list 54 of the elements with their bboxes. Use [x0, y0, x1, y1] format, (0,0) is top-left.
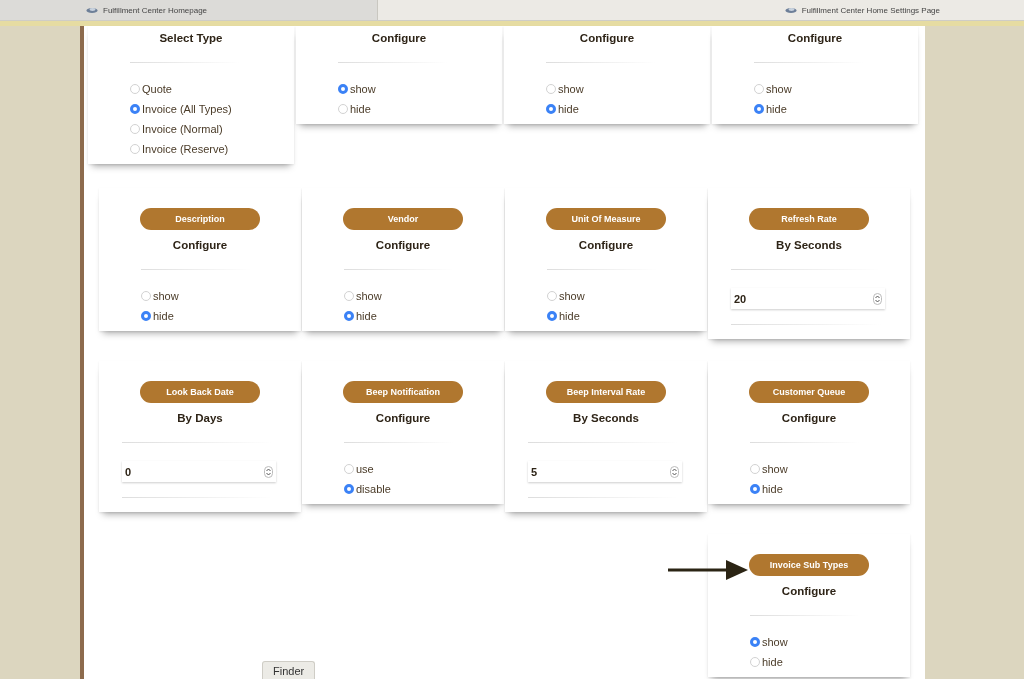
card-heading: Configure — [781, 584, 837, 599]
browser-tab[interactable]: Fulfillment Center Home Settings Page — [376, 0, 1024, 20]
card-heading: Configure — [371, 31, 427, 46]
radio-option[interactable]: Invoice (Normal) — [130, 119, 232, 139]
radio-option[interactable]: hide — [547, 306, 585, 326]
radio-option[interactable]: hide — [338, 99, 376, 119]
radio-option[interactable]: show — [344, 286, 382, 306]
radio-option[interactable]: disable — [344, 479, 391, 499]
radio-option[interactable]: use — [344, 459, 391, 479]
radio-option[interactable]: hide — [141, 306, 179, 326]
field-label: Beep Interval Rate — [546, 381, 666, 403]
radio-option[interactable]: show — [750, 632, 788, 652]
spinner-icon — [264, 465, 273, 478]
radio-option[interactable]: hide — [754, 99, 792, 119]
field-label: Customer Queue — [749, 381, 869, 403]
lens-icon — [86, 6, 98, 14]
spinner-icon — [873, 292, 882, 305]
card-heading: Configure — [579, 31, 635, 46]
card-heading: By Seconds — [573, 411, 639, 426]
radio-option[interactable]: Quote — [130, 79, 232, 99]
radio-option[interactable]: show — [141, 286, 179, 306]
number-field[interactable]: 20 — [731, 288, 885, 309]
radio-option[interactable]: Invoice (Reserve) — [130, 139, 232, 159]
spinner-icon — [670, 465, 679, 478]
card-heading: By Days — [177, 411, 223, 426]
field-label: Unit Of Measure — [546, 208, 666, 230]
radio-option[interactable]: hide — [750, 479, 788, 499]
radio-option[interactable]: show — [338, 79, 376, 99]
lens-icon — [784, 6, 797, 14]
card-heading: Configure — [578, 238, 634, 253]
card-heading: By Seconds — [776, 238, 842, 253]
tooltip: Finder — [262, 661, 316, 679]
radio-option[interactable]: show — [750, 459, 788, 479]
radio-option[interactable]: hide — [750, 652, 788, 672]
number-field[interactable]: 5 — [528, 461, 682, 482]
card-heading: Configure — [375, 411, 431, 426]
number-field[interactable]: 0 — [122, 461, 276, 482]
field-label: Beep Notification — [343, 381, 463, 403]
card-heading: Configure — [172, 238, 228, 253]
field-label: Vendor — [343, 208, 463, 230]
radio-option[interactable]: hide — [344, 306, 382, 326]
radio-option[interactable]: show — [754, 79, 792, 99]
field-label: Look Back Date — [140, 381, 260, 403]
field-label: Description — [140, 208, 260, 230]
radio-option[interactable]: hide — [546, 99, 584, 119]
card-heading: Configure — [781, 411, 837, 426]
radio-option[interactable]: show — [547, 286, 585, 306]
field-label: Invoice Sub Types — [749, 554, 869, 576]
card-heading: Configure — [375, 238, 431, 253]
radio-option[interactable]: show — [546, 79, 584, 99]
radio-option[interactable]: Invoice (All Types) — [130, 99, 232, 119]
card-heading: Select Type — [159, 31, 223, 46]
field-label: Refresh Rate — [749, 208, 869, 230]
card-heading: Configure — [787, 31, 843, 46]
